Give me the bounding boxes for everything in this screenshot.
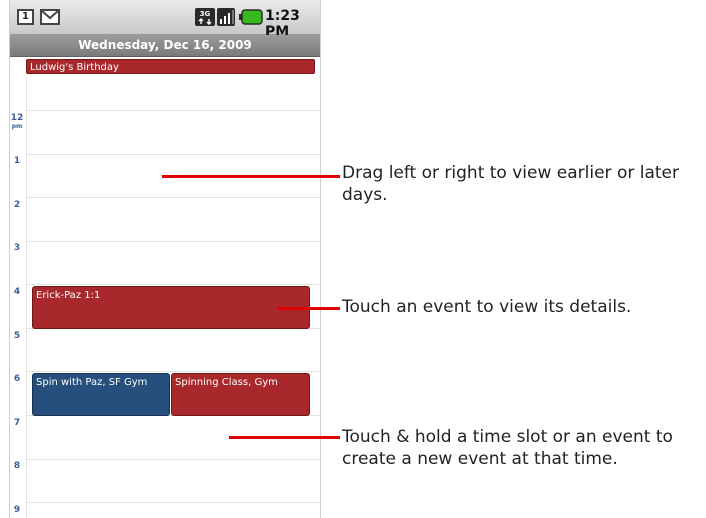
callout-line xyxy=(278,307,340,310)
callout-touch-event: Touch an event to view its details. xyxy=(342,297,632,317)
callout-touch-hold: Touch & hold a time slot or an event to … xyxy=(342,427,673,469)
callout-drag-days: Drag left or right to view earlier or la… xyxy=(342,163,680,205)
annotation-overlay: Drag left or right to view earlier or la… xyxy=(0,0,706,518)
callout-line xyxy=(229,436,340,439)
callout-line xyxy=(162,175,340,178)
